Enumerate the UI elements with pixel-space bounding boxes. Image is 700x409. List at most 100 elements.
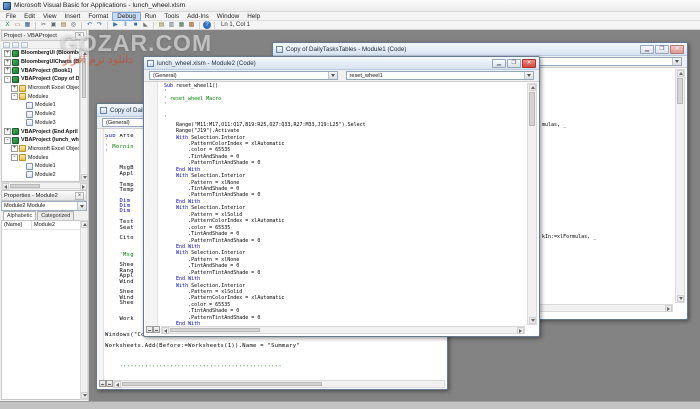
properties-panel-close-icon[interactable]: ×: [75, 192, 84, 200]
project-explorer-icon[interactable]: ▤: [157, 21, 166, 29]
property-row[interactable]: (Name)Module2: [2, 221, 86, 230]
expand-icon[interactable]: +: [4, 50, 11, 57]
close-button[interactable]: ✕: [522, 59, 536, 68]
menu-item-edit[interactable]: Edit: [20, 12, 39, 21]
project-tree-item[interactable]: Module1: [2, 162, 79, 171]
expand-icon[interactable]: +: [4, 59, 11, 66]
project-tree-item[interactable]: Module2: [2, 171, 79, 180]
break-icon[interactable]: ‖: [121, 21, 130, 29]
menu-item-debug[interactable]: Debug: [112, 12, 141, 21]
tab-categorized[interactable]: Categorized: [37, 211, 74, 220]
procedure-dropdown-row: (General) reset_wheel1: [144, 70, 539, 82]
menu-item-tools[interactable]: Tools: [160, 12, 183, 21]
tab-alphabetic[interactable]: Alphabetic: [3, 211, 36, 220]
paste-icon[interactable]: ▤: [59, 21, 68, 29]
project-tree-item[interactable]: -Modules: [2, 153, 79, 162]
project-tree-item[interactable]: Module1: [2, 101, 79, 110]
project-tree-item[interactable]: -VBAProject (Copy of Da: [2, 75, 79, 84]
project-tree-horizontal-scrollbar[interactable]: [1, 182, 88, 189]
vertical-scrollbar[interactable]: [527, 83, 537, 325]
procedure-view-button[interactable]: [99, 380, 106, 387]
copy-icon[interactable]: ▣: [49, 21, 58, 29]
object-dropdown[interactable]: (General): [149, 71, 338, 80]
expand-icon[interactable]: +: [11, 85, 18, 92]
collapse-icon[interactable]: -: [4, 76, 11, 83]
minimize-button[interactable]: ▁: [640, 45, 654, 54]
code-window-lunch-wheel-module2[interactable]: lunch_wheel.xlsm - Module2 (Code) ▁ ❐ ✕ …: [143, 56, 540, 337]
project-tree-item[interactable]: -VBAProject (lunch_whe: [2, 136, 79, 145]
toolbar-separator: [35, 22, 36, 29]
project-tree-item[interactable]: +Microsoft Excel Objects: [2, 145, 79, 154]
project-tree-item[interactable]: Module3: [2, 119, 79, 128]
menu-item-format[interactable]: Format: [84, 12, 112, 21]
vba-ide-window: { "app": { "title": "Microsoft Visual Ba…: [0, 0, 700, 409]
code-editor-area[interactable]: Sub reset_wheel1()'' reset_wheel Macro''…: [145, 82, 538, 326]
expand-icon[interactable]: +: [4, 128, 11, 135]
project-tree-item[interactable]: +BloombergUI (Bloombe: [2, 49, 79, 58]
window-titlebar[interactable]: lunch_wheel.xlsm - Module2 (Code) ▁ ❐ ✕: [144, 57, 539, 70]
properties-vertical-scrollbar[interactable]: [80, 220, 88, 400]
project-tree-item[interactable]: +BloombergUICharts (Bl: [2, 58, 79, 67]
code-line: ''''''''''''''''''''''''''''''''''''''''…: [105, 366, 446, 371]
menu-item-file[interactable]: File: [2, 12, 20, 21]
project-tree-item[interactable]: +VBAProject (Book1): [2, 66, 79, 75]
procedure-dropdown[interactable]: reset_wheel1: [346, 71, 535, 80]
collapse-icon[interactable]: -: [4, 137, 11, 144]
project-tree-item[interactable]: +VBAProject (End April 2: [2, 127, 79, 136]
save-icon[interactable]: ▦: [23, 21, 32, 29]
help-icon[interactable]: ?: [203, 21, 211, 29]
design-mode-icon[interactable]: ◣: [141, 21, 150, 29]
toolbar-separator: [199, 22, 200, 29]
project-panel-toolbar: [1, 41, 87, 49]
cut-icon[interactable]: ✂: [39, 21, 48, 29]
close-button[interactable]: ✕: [670, 45, 684, 54]
properties-panel-title: Properties - Module2: [4, 193, 58, 199]
properties-panel-header[interactable]: Properties - Module2 ×: [1, 190, 87, 201]
property-value[interactable]: Module2: [32, 221, 86, 229]
project-tree-vertical-scrollbar[interactable]: [80, 49, 88, 182]
minimize-button[interactable]: ▁: [492, 59, 506, 68]
properties-object-selector[interactable]: Module2 Module: [1, 201, 87, 211]
project-tree-item[interactable]: +Microsoft Excel Objects: [2, 84, 79, 93]
horizontal-scrollbar[interactable]: [113, 380, 445, 388]
view-excel-icon[interactable]: X: [3, 21, 12, 29]
insert-userform-icon[interactable]: ▭: [13, 21, 22, 29]
vba-app-icon: [3, 2, 11, 10]
project-tree-item[interactable]: -Modules: [2, 92, 79, 101]
full-module-view-button[interactable]: [153, 326, 160, 333]
menu-item-help[interactable]: Help: [243, 12, 264, 21]
restore-button[interactable]: ❐: [655, 45, 669, 54]
menu-item-view[interactable]: View: [39, 12, 61, 21]
menu-item-insert[interactable]: Insert: [61, 12, 85, 21]
run-icon[interactable]: ▶: [111, 21, 120, 29]
window-titlebar[interactable]: Copy of DailyTasksTables - Module1 (Code…: [273, 43, 687, 56]
collapse-icon[interactable]: -: [11, 154, 18, 161]
properties-window-icon[interactable]: ▥: [167, 21, 176, 29]
find-icon[interactable]: ◎: [69, 21, 78, 29]
horizontal-scrollbar[interactable]: [161, 326, 525, 334]
menu-item-addins[interactable]: Add-Ins: [183, 12, 213, 21]
project-panel-close-icon[interactable]: ×: [75, 32, 84, 40]
project-panel-header[interactable]: Project - VBAProject ×: [1, 30, 87, 41]
menu-item-run[interactable]: Run: [141, 12, 161, 21]
procedure-view-button[interactable]: [146, 326, 153, 333]
menu-item-window[interactable]: Window: [213, 12, 243, 21]
restore-button[interactable]: ❐: [507, 59, 521, 68]
object-browser-icon[interactable]: ▦: [177, 21, 186, 29]
full-module-view-button[interactable]: [106, 380, 113, 387]
chevron-down-icon[interactable]: [77, 202, 86, 210]
undo-icon[interactable]: ↶: [85, 21, 94, 29]
module-icon: [26, 119, 33, 126]
view-code-icon[interactable]: [3, 42, 10, 48]
redo-icon[interactable]: ↷: [95, 21, 104, 29]
reset-icon[interactable]: ■: [131, 21, 140, 29]
vertical-scrollbar[interactable]: [675, 69, 685, 303]
expand-icon[interactable]: +: [4, 67, 11, 74]
view-object-icon[interactable]: [12, 42, 19, 48]
toolbox-icon[interactable]: ▩: [187, 21, 196, 29]
project-panel-title: Project - VBAProject: [4, 33, 57, 39]
project-tree-item[interactable]: Module2: [2, 110, 79, 119]
collapse-icon[interactable]: -: [11, 93, 18, 100]
toggle-folders-icon[interactable]: [21, 42, 28, 48]
expand-icon[interactable]: +: [11, 145, 18, 152]
